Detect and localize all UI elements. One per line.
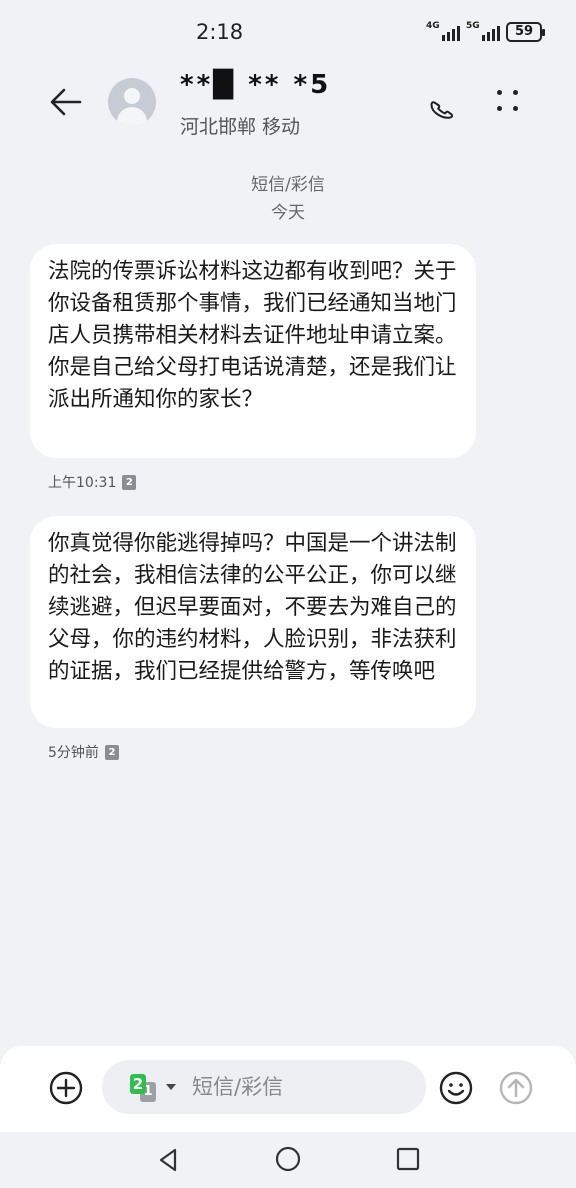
message-bubble[interactable]: 你真觉得你能逃得掉吗？中国是一个讲法制的社会，我相信法律的公平公正，你可以继续逃… (30, 516, 476, 728)
contact-location: 河北邯郸 移动 (180, 116, 301, 138)
message-meta: 上午10:31 2 (48, 472, 137, 492)
back-button[interactable] (46, 82, 86, 122)
status-bar: 2:18 4G 5G 59 (0, 0, 576, 66)
message-type-label: 短信/彩信 (251, 175, 325, 195)
more-options-button[interactable] (496, 88, 524, 118)
nav-back-button[interactable] (154, 1146, 182, 1174)
battery-level: 59 (514, 24, 534, 39)
nav-recents-icon (396, 1147, 420, 1171)
phone-icon (430, 101, 454, 119)
sim-primary-icon: 2 (130, 1074, 146, 1094)
sim-selector[interactable]: 1 2 (126, 1072, 182, 1102)
add-attachment-button[interactable] (48, 1070, 84, 1106)
nav-back-icon (159, 1148, 177, 1172)
contact-avatar-icon[interactable] (108, 78, 156, 126)
nav-home-icon (275, 1146, 301, 1172)
back-arrow-icon (50, 88, 82, 116)
sim-badge: 2 (122, 474, 137, 490)
send-icon (499, 1071, 533, 1105)
add-circle-icon (49, 1071, 83, 1105)
message-input-container: 1 2 (102, 1060, 426, 1114)
battery-icon: 59 (506, 22, 545, 42)
chevron-down-icon (166, 1084, 176, 1090)
nav-recents-button[interactable] (394, 1145, 422, 1173)
network-type-1: 4G (426, 21, 440, 31)
emoji-button[interactable] (438, 1070, 474, 1106)
status-icons: 4G 5G 59 (426, 21, 545, 42)
contact-name[interactable]: **█ ** *5 (180, 70, 331, 100)
status-time: 2:18 (196, 20, 244, 44)
message-bubble[interactable]: 法院的传票诉讼材料这边都有收到吧？关于你设备租赁那个事情，我们已经通知当地门店人… (30, 244, 476, 458)
signal-5g-icon: 5G (466, 21, 500, 41)
nav-home-button[interactable] (274, 1145, 302, 1173)
call-button[interactable] (426, 92, 456, 122)
system-nav-bar (0, 1132, 576, 1188)
sim-badge: 2 (104, 744, 119, 760)
network-type-2: 5G (466, 21, 480, 31)
send-button[interactable] (498, 1070, 534, 1106)
date-separator: 今天 (271, 203, 305, 223)
conversation-header: **█ ** *5 河北邯郸 移动 (0, 66, 576, 144)
message-time: 上午10:31 (48, 475, 117, 491)
message-meta: 5分钟前 2 (48, 742, 119, 762)
signal-4g-icon: 4G (426, 21, 460, 41)
composer-bar: 1 2 (0, 1046, 576, 1132)
message-input[interactable] (192, 1072, 412, 1102)
message-time: 5分钟前 (48, 745, 99, 761)
emoji-icon (439, 1071, 473, 1105)
